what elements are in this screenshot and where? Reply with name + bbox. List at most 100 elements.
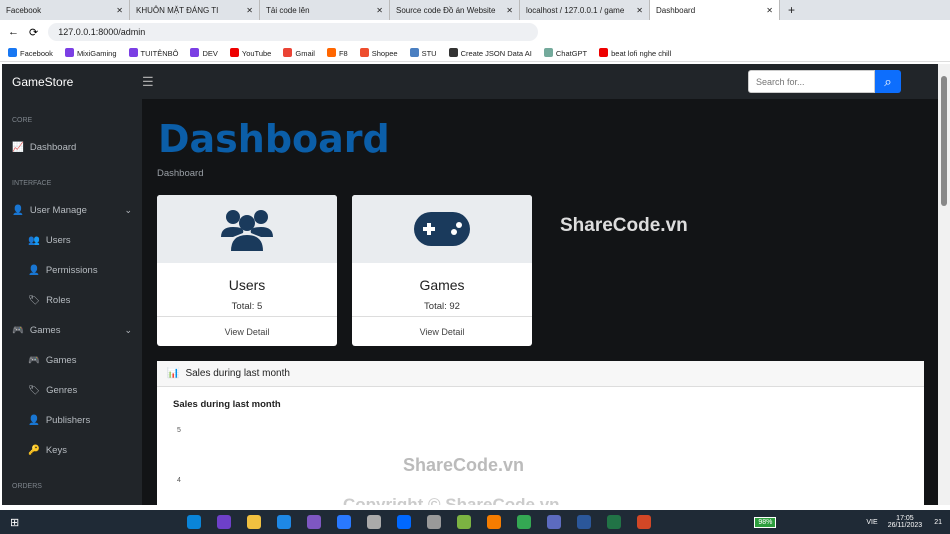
f8-icon — [326, 47, 336, 57]
tab-label: Source code Đồ án Website — [396, 5, 496, 15]
scrollbar[interactable] — [938, 64, 950, 505]
app-icon[interactable] — [457, 515, 472, 529]
visual-studio-icon[interactable] — [307, 515, 322, 529]
close-icon[interactable]: ✕ — [766, 6, 773, 15]
back-icon[interactable]: ← — [8, 26, 19, 38]
excel-icon[interactable] — [607, 515, 622, 529]
watermark: ShareCode.vn — [560, 215, 688, 236]
close-icon[interactable]: ✕ — [636, 6, 643, 15]
sidebar-item-games[interactable]: 🎮 Games — [2, 345, 142, 375]
bookmark[interactable]: Facebook — [8, 47, 53, 58]
twitch-icon — [128, 47, 138, 57]
y-tick: 4 — [177, 477, 181, 484]
card-total: Total: 5 — [231, 301, 263, 312]
tab[interactable]: localhost / 127.0.0.1 / game ✕ — [520, 0, 650, 20]
y-tick: 5 — [177, 427, 181, 434]
close-icon[interactable]: ✕ — [376, 6, 383, 15]
battery-indicator[interactable]: 98% — [754, 516, 777, 528]
gamepad-icon: 🎮 — [12, 324, 24, 336]
copyright-watermark: Copyright © ShareCode.vn — [343, 495, 560, 505]
tag-icon: 🏷 — [28, 294, 41, 306]
sidebar-item-publishers[interactable]: 👤 Publishers — [2, 405, 142, 435]
bookmark[interactable]: MixiGaming — [64, 47, 117, 58]
sidebar-item-dashboard[interactable]: 📈 Dashboard — [2, 132, 142, 162]
tab[interactable]: Tải code lên ✕ — [260, 0, 390, 20]
word-icon[interactable] — [577, 515, 592, 529]
sidebar-item-genres[interactable]: 🏷 Genres — [2, 375, 142, 405]
page-title: Dashboard — [158, 117, 390, 161]
bookmark[interactable]: DEV — [190, 47, 218, 58]
explorer-icon[interactable] — [247, 515, 262, 529]
bookmark[interactable]: YouTube — [229, 47, 271, 58]
app-icon[interactable] — [367, 515, 382, 529]
close-icon[interactable]: ✕ — [506, 6, 513, 15]
key-icon: 🔑 — [28, 444, 40, 456]
tab[interactable]: Facebook ✕ — [0, 0, 130, 20]
tab[interactable]: Source code Đồ án Website ✕ — [390, 0, 520, 20]
bookmark[interactable]: beat lofi nghe chill — [599, 47, 671, 58]
bookmark[interactable]: F8 — [326, 47, 348, 58]
bookmark-label: ChatGPT — [555, 48, 588, 58]
bookmark-label: Facebook — [20, 48, 53, 58]
bookmark-label: TUITÊNBÔ — [140, 48, 179, 58]
bookmark-label: Gmail — [295, 48, 315, 58]
zalo-icon[interactable] — [397, 515, 412, 529]
app-icon[interactable] — [337, 515, 352, 529]
reload-icon[interactable]: ⟳ — [29, 26, 38, 39]
search-button[interactable]: ⌕ — [875, 70, 901, 93]
tab-active[interactable]: Dashboard ✕ — [650, 0, 780, 20]
close-icon[interactable]: ✕ — [116, 6, 123, 15]
brand[interactable]: GameStore — [2, 75, 142, 89]
view-detail-link[interactable]: View Detail — [157, 316, 337, 337]
edge-icon[interactable] — [187, 515, 202, 529]
url-input[interactable]: 127.0.0.1:8000/admin — [48, 23, 539, 41]
tags-icon: 🏷 — [28, 384, 41, 396]
time: 17:05 — [896, 515, 914, 522]
sidebar-item-permissions[interactable]: 👤 Permissions — [2, 255, 142, 285]
label: Games — [45, 354, 77, 366]
app-icon[interactable] — [547, 515, 562, 529]
sidebar-item-roles[interactable]: 🏷 Roles — [2, 285, 142, 315]
bookmark-label: DEV — [202, 48, 218, 58]
view-detail-link[interactable]: View Detail — [352, 316, 532, 337]
sidebar-item-user-manage[interactable]: 👤 User Manage ⌄ — [2, 195, 142, 225]
chatgpt-icon — [543, 47, 553, 57]
top-navbar: GameStore ☰ ⌕ — [2, 64, 938, 99]
section-heading: INTERFACE — [12, 180, 52, 187]
bookmark[interactable]: Gmail — [283, 47, 315, 58]
app-icon[interactable] — [427, 515, 442, 529]
notification-count[interactable]: 21 — [934, 519, 942, 526]
sidebar-item-games-group[interactable]: 🎮 Games ⌄ — [2, 315, 142, 345]
tab-label: KHUÔN MẶT ĐÁNG TI — [136, 5, 219, 15]
twitch-icon — [190, 47, 200, 57]
sidebar-item-keys[interactable]: 🔑 Keys — [2, 435, 142, 465]
xampp-icon[interactable] — [487, 515, 502, 529]
bookmark[interactable]: ChatGPT — [543, 47, 588, 58]
close-icon[interactable]: ✕ — [246, 6, 253, 15]
tab[interactable]: KHUÔN MẶT ĐÁNG TI ✕ — [130, 0, 260, 20]
chart-icon: 📈 — [12, 141, 24, 153]
windows-start-icon[interactable]: ⊞ — [10, 516, 19, 529]
clock[interactable]: 17:05 26/11/2023 — [888, 515, 923, 529]
menu-toggle-icon[interactable]: ☰ — [142, 74, 154, 90]
bookmark[interactable]: TUITÊNBÔ — [128, 47, 179, 58]
scrollbar-thumb[interactable] — [941, 76, 947, 206]
vscode-icon[interactable] — [277, 515, 292, 529]
bookmark-label: Shopee — [371, 48, 398, 58]
bookmark[interactable]: Create JSON Data AI — [448, 47, 532, 58]
twitch-icon — [64, 47, 74, 57]
sidebar-item-users[interactable]: 👥 Users — [2, 225, 142, 255]
new-tab-icon[interactable]: + — [788, 3, 795, 17]
shopee-icon — [359, 47, 369, 57]
watermark: ShareCode.vn — [403, 455, 525, 475]
github-icon[interactable] — [217, 515, 232, 529]
bookmark[interactable]: STU — [409, 47, 437, 58]
section-heading: ORDERS — [12, 483, 42, 490]
tab-label: localhost / 127.0.0.1 / game — [526, 5, 625, 15]
bookmark[interactable]: Shopee — [359, 47, 398, 58]
chevron-down-icon: ⌄ — [124, 324, 132, 335]
powerpoint-icon[interactable] — [637, 515, 652, 529]
search-input[interactable] — [748, 70, 875, 93]
chrome-icon[interactable] — [517, 515, 532, 529]
language-indicator[interactable]: VIE — [866, 519, 877, 526]
